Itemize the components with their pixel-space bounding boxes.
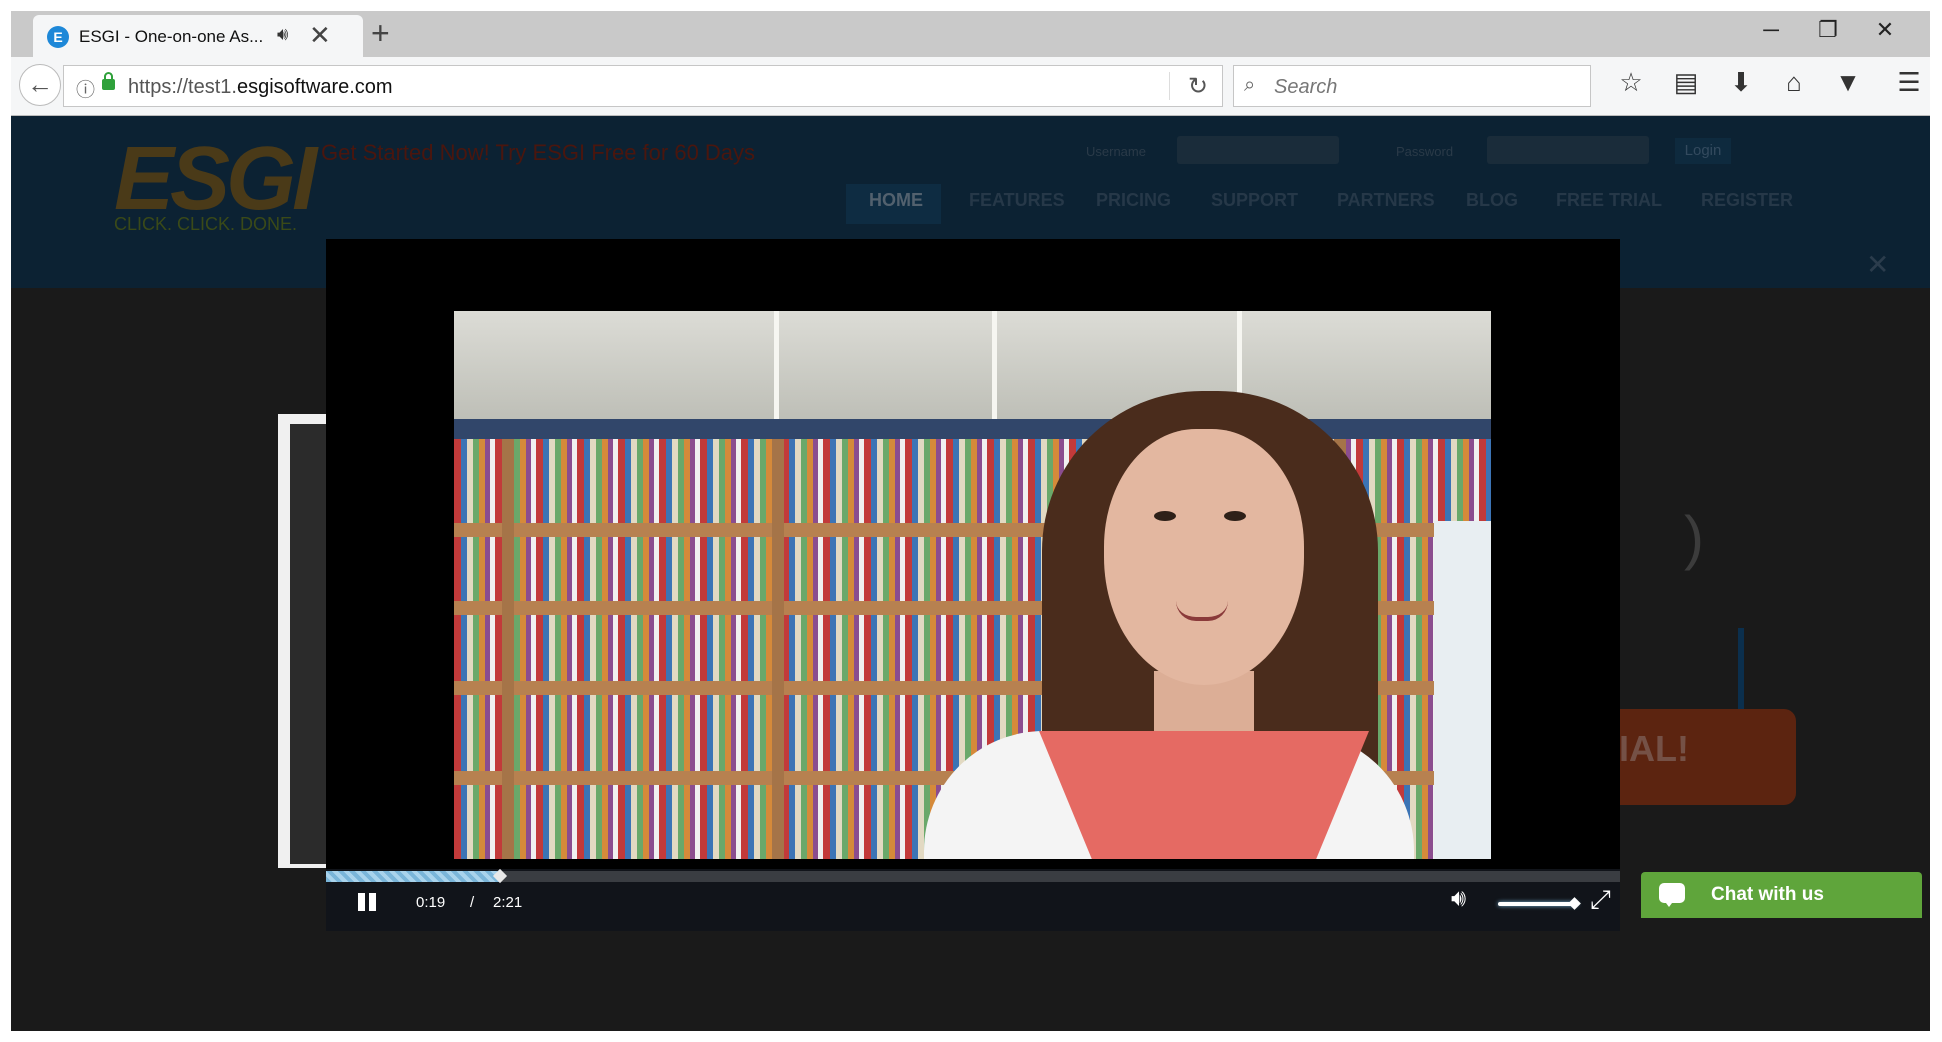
volume-slider[interactable] [1498, 902, 1578, 906]
whiteboard [1434, 521, 1491, 859]
menu-icon[interactable]: ☰ [1889, 67, 1929, 98]
nav-support[interactable]: SUPPORT [1211, 190, 1298, 211]
url-divider [1169, 72, 1170, 100]
downloads-icon[interactable]: ⬇︎ [1721, 67, 1761, 98]
tab-strip: E ESGI - One-on-one As... 🔊︎ ✕ + ─ ❐ ✕ [11, 11, 1930, 57]
username-field[interactable] [1177, 136, 1339, 164]
free-trial-cta-label: IAL! [1619, 728, 1689, 769]
url-host: esgisoftware.com [236, 76, 393, 98]
url-bar[interactable]: ⓘ https://test1.esgisoftware.com ↻ [63, 65, 1223, 107]
duration: 2:21 [493, 894, 523, 911]
window-blinds [454, 311, 1491, 426]
bookmark-star-icon[interactable]: ☆ [1611, 67, 1651, 98]
username-label: Username [1086, 144, 1146, 159]
nav-register[interactable]: REGISTER [1701, 190, 1793, 211]
pocket-icon[interactable]: ▼︎ [1828, 67, 1868, 98]
close-icon[interactable]: ✕ [1866, 248, 1889, 281]
fullscreen-icon[interactable]: ⤢ [1590, 884, 1611, 916]
chat-with-us-button[interactable]: Chat with us [1641, 872, 1922, 918]
presenter-shirt [1039, 731, 1369, 859]
shelf-post [502, 439, 514, 859]
nav-partners[interactable]: PARTNERS [1337, 190, 1435, 211]
chat-bubble-icon [1659, 883, 1685, 907]
close-tab-icon[interactable]: ✕ [309, 20, 331, 51]
blind-line [774, 311, 779, 421]
close-window-button[interactable]: ✕ [1865, 17, 1905, 43]
password-label: Password [1396, 144, 1454, 159]
login-button[interactable]: Login [1675, 138, 1731, 164]
url-prefix: https://test1. [128, 76, 237, 98]
home-icon[interactable]: ⌂ [1774, 67, 1814, 98]
nav-features[interactable]: FEATURES [969, 190, 1065, 211]
new-tab-button[interactable]: + [371, 15, 390, 52]
presenter-eye [1224, 511, 1246, 521]
presenter-eye [1154, 511, 1176, 521]
shelf-top [454, 419, 1491, 439]
promo-text[interactable]: Get Started Now! Try ESGI Free for 60 Da… [321, 140, 755, 166]
minimize-button[interactable]: ─ [1751, 17, 1791, 43]
lock-icon[interactable] [102, 72, 115, 90]
pause-icon[interactable] [356, 891, 378, 913]
tab-title: ESGI - One-on-one As... [79, 27, 264, 46]
browser-tab[interactable]: E ESGI - One-on-one As... 🔊︎ ✕ [33, 15, 363, 57]
progress-track[interactable] [326, 871, 1620, 882]
info-icon[interactable]: ⓘ [76, 75, 95, 102]
nav-home[interactable]: HOME [869, 190, 923, 211]
search-input[interactable]: Search [1274, 76, 1337, 99]
blind-line [992, 311, 997, 421]
reload-icon[interactable]: ↻ [1188, 72, 1208, 101]
back-button[interactable]: ← [19, 64, 61, 106]
video-frame[interactable] [454, 311, 1491, 859]
nav-pricing[interactable]: PRICING [1096, 190, 1171, 211]
current-time: 0:19 [416, 894, 446, 911]
time-separator: / [470, 894, 475, 911]
speaker-icon[interactable]: 🔊︎ [277, 24, 288, 45]
url-text[interactable]: https://test1.esgisoftware.com [128, 76, 393, 99]
nav-blog[interactable]: BLOG [1466, 190, 1518, 211]
search-bar[interactable]: ⌕ Search [1233, 65, 1591, 107]
navigation-toolbar: ← ⓘ https://test1.esgisoftware.com ↻ ⌕ S… [11, 57, 1930, 116]
search-icon: ⌕ [1244, 74, 1256, 96]
video-player-modal: 0:19 / 2:21 🔊︎ ⤢ [326, 239, 1620, 931]
presenter-face [1104, 429, 1304, 685]
chat-label: Chat with us [1711, 884, 1824, 905]
restore-button[interactable]: ❐ [1808, 17, 1848, 43]
reading-list-icon[interactable]: ▤ [1666, 67, 1706, 98]
bottom-margin [0, 1031, 1942, 1042]
hero-heading-fragment: ) [1684, 504, 1704, 571]
password-field[interactable] [1487, 136, 1649, 164]
shelf-post [772, 439, 784, 859]
volume-icon[interactable]: 🔊︎ [1451, 885, 1466, 913]
progress-fill [326, 871, 501, 882]
nav-free-trial[interactable]: FREE TRIAL [1556, 190, 1662, 211]
logo-tagline: CLICK. CLICK. DONE. [114, 214, 298, 234]
favicon-icon: E [47, 26, 69, 48]
